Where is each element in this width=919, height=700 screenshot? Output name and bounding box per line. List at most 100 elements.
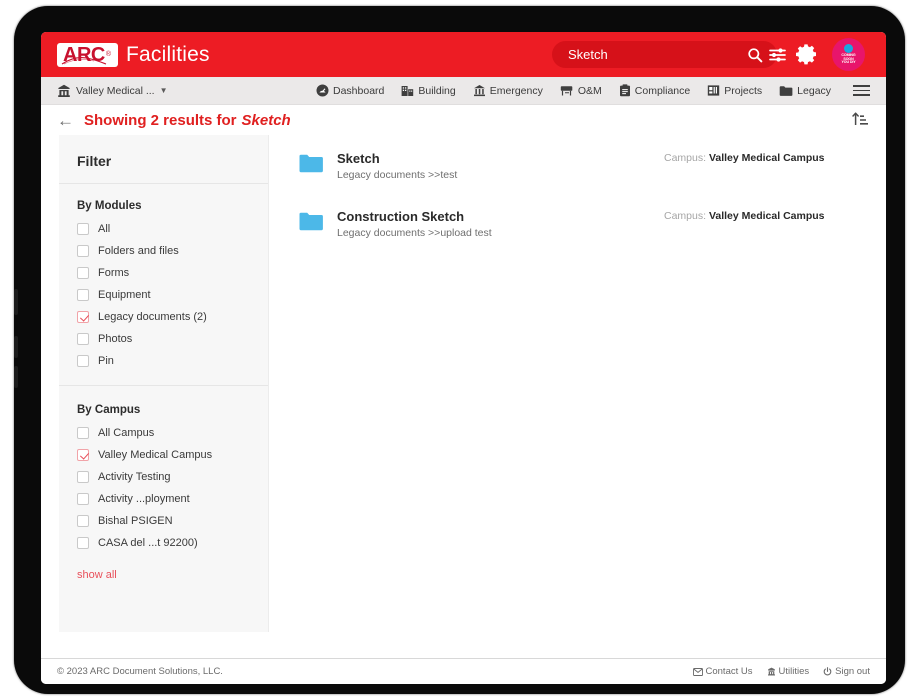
avatar-dot-icon [844, 44, 853, 53]
avatar[interactable]: COMING SOON YOU DIY [832, 38, 865, 71]
results-query-text: Sketch [242, 112, 291, 129]
checkbox-icon[interactable] [77, 427, 89, 439]
search-bar[interactable] [552, 41, 777, 68]
hamburger-icon[interactable] [853, 85, 870, 96]
filter-option-label: Pin [98, 355, 114, 367]
campus-option-activity-testing[interactable]: Activity Testing [77, 471, 250, 483]
result-campus-value: Valley Medical Campus [709, 210, 825, 222]
results-list: Sketch Legacy documents >>test Campus: V… [269, 135, 886, 654]
checkbox-checked-icon[interactable] [77, 449, 89, 461]
nav-item-emergency[interactable]: Emergency [473, 84, 543, 97]
result-main: Construction Sketch Legacy documents >>u… [337, 209, 664, 239]
tablet-device-frame: ARC ® Facilities [14, 6, 905, 694]
checkbox-checked-icon[interactable] [77, 311, 89, 323]
back-arrow-icon[interactable]: ← [57, 112, 74, 129]
filter-option-label: Equipment [98, 289, 151, 301]
utilities-icon [767, 667, 776, 676]
filter-sidebar: Filter By Modules All Folders and files … [59, 135, 269, 632]
checkbox-icon[interactable] [77, 515, 89, 527]
filter-option-pin[interactable]: Pin [77, 355, 250, 367]
nav-item-dashboard[interactable]: Dashboard [316, 84, 384, 97]
result-campus-label: Campus: [664, 152, 706, 164]
result-row[interactable]: Construction Sketch Legacy documents >>u… [299, 191, 864, 249]
checkbox-icon[interactable] [77, 333, 89, 345]
filter-option-equipment[interactable]: Equipment [77, 289, 250, 301]
filter-option-folders-and-files[interactable]: Folders and files [77, 245, 250, 257]
registered-mark: ® [106, 51, 111, 58]
nav-items: Dashboard Building [316, 84, 831, 97]
nav-item-dashboard-label: Dashboard [333, 85, 384, 97]
brand-name: Facilities [126, 43, 210, 67]
nav-item-building-label: Building [418, 85, 455, 97]
compliance-icon [619, 84, 631, 97]
campus-selector[interactable]: Valley Medical ... ▼ [57, 84, 168, 98]
campus-option-label: Activity Testing [98, 471, 171, 483]
result-path: Legacy documents >>upload test [337, 227, 664, 239]
result-name: Construction Sketch [337, 209, 664, 224]
filter-option-legacy-documents[interactable]: Legacy documents (2) [77, 311, 250, 323]
app-header: ARC ® Facilities [41, 32, 886, 77]
main-content: Filter By Modules All Folders and files … [41, 135, 886, 654]
arc-logo-box: ARC ® [57, 43, 118, 67]
footer-link-contact-us[interactable]: Contact Us [693, 666, 753, 677]
nav-item-compliance-label: Compliance [635, 85, 690, 97]
filter-group-campus-title: By Campus [77, 404, 250, 416]
results-header: ← Showing 2 results for Sketch [41, 105, 886, 135]
avatar-line-3: YOU DIY [841, 61, 855, 65]
footer-link-label: Sign out [835, 666, 870, 677]
checkbox-icon[interactable] [77, 267, 89, 279]
brand-logo[interactable]: ARC ® Facilities [57, 43, 210, 67]
results-count-text: Showing 2 results for [84, 112, 237, 129]
projects-icon [707, 84, 720, 97]
signout-icon [823, 667, 832, 676]
nav-item-compliance[interactable]: Compliance [619, 84, 690, 97]
filter-option-label: Legacy documents (2) [98, 311, 207, 323]
sliders-icon[interactable] [766, 47, 789, 62]
filter-option-photos[interactable]: Photos [77, 333, 250, 345]
emergency-icon [473, 84, 486, 97]
footer-link-label: Contact Us [706, 666, 753, 677]
campus-option-valley-medical-campus[interactable]: Valley Medical Campus [77, 449, 250, 461]
filter-option-label: Forms [98, 267, 129, 279]
campus-option-casa-del[interactable]: CASA del ...t 92200) [77, 537, 250, 549]
nav-item-building[interactable]: Building [401, 84, 455, 97]
search-icon[interactable] [744, 47, 766, 63]
filter-option-forms[interactable]: Forms [77, 267, 250, 279]
result-row[interactable]: Sketch Legacy documents >>test Campus: V… [299, 145, 864, 191]
campus-option-label: Activity ...ployment [98, 493, 190, 505]
filter-group-modules-title: By Modules [77, 200, 250, 212]
gear-icon[interactable] [792, 42, 822, 66]
nav-item-projects[interactable]: Projects [707, 84, 762, 97]
campus-option-bishal-psigen[interactable]: Bishal PSIGEN [77, 515, 250, 527]
checkbox-icon[interactable] [77, 355, 89, 367]
legacy-folder-icon [779, 85, 793, 97]
show-all-link[interactable]: show all [59, 559, 268, 581]
checkbox-icon[interactable] [77, 289, 89, 301]
checkbox-icon[interactable] [77, 537, 89, 549]
secondary-nav: Valley Medical ... ▼ Dashboard [41, 77, 886, 105]
footer-link-label: Utilities [779, 666, 810, 677]
volume-up-button[interactable] [14, 336, 18, 358]
volume-down-button[interactable] [14, 366, 18, 388]
footer-link-utilities[interactable]: Utilities [767, 666, 810, 677]
search-input[interactable] [568, 47, 744, 62]
nav-item-legacy[interactable]: Legacy [779, 85, 831, 97]
mail-icon [693, 668, 703, 676]
checkbox-icon[interactable] [77, 245, 89, 257]
campus-option-all-campus[interactable]: All Campus [77, 427, 250, 439]
result-campus-value: Valley Medical Campus [709, 152, 825, 164]
power-button[interactable] [14, 289, 18, 315]
checkbox-icon[interactable] [77, 223, 89, 235]
footer-link-sign-out[interactable]: Sign out [823, 666, 870, 677]
filter-option-label: Folders and files [98, 245, 179, 257]
filter-option-all[interactable]: All [77, 223, 250, 235]
footer-links: Contact Us Utilities Sign out [693, 666, 871, 677]
sort-ascending-icon[interactable] [851, 110, 870, 134]
filter-option-label: Photos [98, 333, 132, 345]
filter-group-modules: By Modules All Folders and files Forms [59, 184, 268, 367]
nav-item-om[interactable]: O&M [560, 84, 602, 97]
campus-option-activity-deployment[interactable]: Activity ...ployment [77, 493, 250, 505]
checkbox-icon[interactable] [77, 493, 89, 505]
result-path: Legacy documents >>test [337, 169, 664, 181]
checkbox-icon[interactable] [77, 471, 89, 483]
